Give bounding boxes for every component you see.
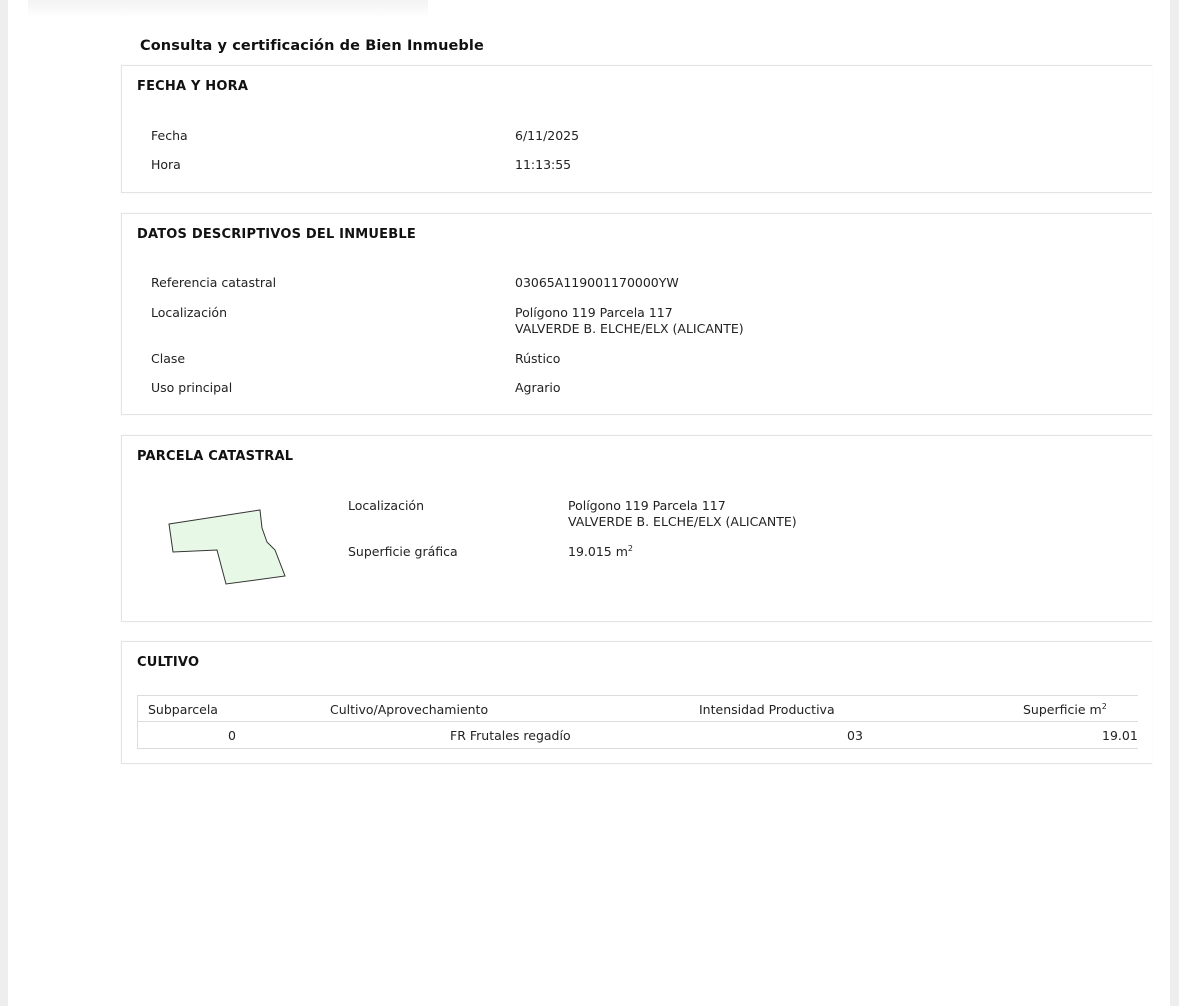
parcel-shape-icon xyxy=(168,509,286,585)
hora-value: 11:13:55 xyxy=(515,157,572,172)
cell-intensidad: 03 xyxy=(847,728,863,743)
datos-descriptivos-panel: DATOS DESCRIPTIVOS DEL INMUEBLE Referenc… xyxy=(121,213,1152,415)
header-superficie: Superficie m2 xyxy=(1023,702,1107,717)
superficie-number: 19.015 m xyxy=(568,544,628,559)
table-row: 0 FR Frutales regadío 03 19.01 xyxy=(138,722,1138,747)
localizacion-line2: VALVERDE B. ELCHE/ELX (ALICANTE) xyxy=(515,321,744,336)
fecha-label: Fecha xyxy=(151,128,188,143)
cultivo-panel: CULTIVO Subparcela Cultivo/Aprovechamien… xyxy=(121,641,1152,764)
parcela-localizacion-label: Localización xyxy=(348,498,425,513)
clase-value: Rústico xyxy=(515,351,561,366)
localizacion-label: Localización xyxy=(151,305,228,320)
fecha-hora-title: FECHA Y HORA xyxy=(137,79,249,94)
superficie-grafica-label: Superficie gráfica xyxy=(348,544,458,559)
localizacion-line1: Polígono 119 Parcela 117 xyxy=(515,305,673,320)
hora-label: Hora xyxy=(151,157,181,172)
referencia-value: 03065A119001170000YW xyxy=(515,275,679,290)
parcela-title: PARCELA CATASTRAL xyxy=(137,449,294,464)
header-subparcela: Subparcela xyxy=(148,702,218,717)
page-title: Consulta y certificación de Bien Inmuebl… xyxy=(140,38,484,54)
referencia-label: Referencia catastral xyxy=(151,275,277,290)
parcela-localizacion-line2: VALVERDE B. ELCHE/ELX (ALICANTE) xyxy=(568,514,797,529)
cell-subparcela: 0 xyxy=(228,728,236,743)
uso-label: Uso principal xyxy=(151,380,233,395)
parcela-catastral-panel: PARCELA CATASTRAL Localización Polígono … xyxy=(121,435,1152,622)
header-cultivo: Cultivo/Aprovechamiento xyxy=(330,702,489,717)
clase-label: Clase xyxy=(151,351,186,366)
superficie-exponent: 2 xyxy=(627,544,633,553)
localizacion-value: Polígono 119 Parcela 117 VALVERDE B. ELC… xyxy=(515,305,744,337)
top-blur xyxy=(28,0,428,18)
cultivo-table: Subparcela Cultivo/Aprovechamiento Inten… xyxy=(137,695,1138,749)
superficie-grafica-value: 19.015 m2 xyxy=(568,544,633,560)
parcela-localizacion-value: Polígono 119 Parcela 117 VALVERDE B. ELC… xyxy=(568,498,797,530)
cell-superficie: 19.01 xyxy=(1102,728,1138,743)
cell-cultivo: FR Frutales regadío xyxy=(450,728,571,743)
cultivo-title: CULTIVO xyxy=(137,655,200,670)
parcel-polygon xyxy=(168,509,286,585)
fecha-hora-panel: FECHA Y HORA Fecha 6/11/2025 Hora 11:13:… xyxy=(121,65,1152,193)
parcela-localizacion-line1: Polígono 119 Parcela 117 xyxy=(568,498,726,513)
uso-value: Agrario xyxy=(515,380,561,395)
header-superficie-label: Superficie m xyxy=(1023,702,1102,717)
header-superficie-exp: 2 xyxy=(1101,702,1107,711)
fecha-value: 6/11/2025 xyxy=(515,128,580,143)
header-intensidad: Intensidad Productiva xyxy=(699,702,835,717)
table-header: Subparcela Cultivo/Aprovechamiento Inten… xyxy=(138,696,1138,722)
datos-title: DATOS DESCRIPTIVOS DEL INMUEBLE xyxy=(137,227,416,242)
